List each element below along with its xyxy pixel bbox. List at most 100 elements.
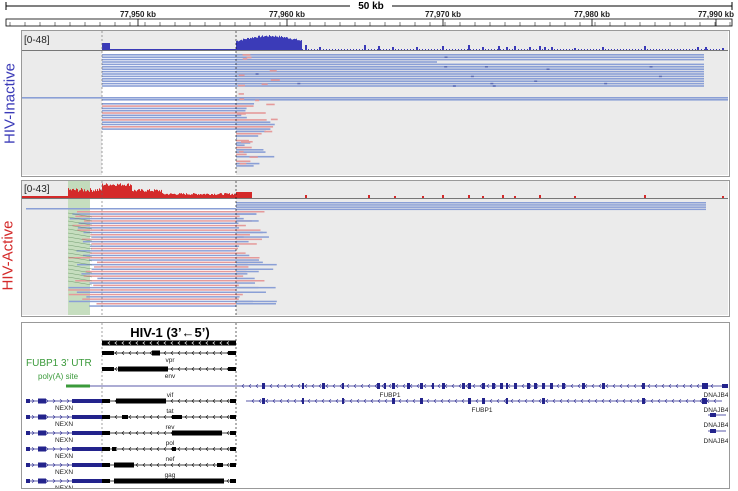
coverage-bar <box>608 49 609 50</box>
coverage-bar <box>251 38 252 50</box>
coverage-bar <box>268 36 269 50</box>
coverage-bar <box>713 49 714 50</box>
coverage-bar <box>27 196 28 198</box>
coverage-bar <box>28 196 29 198</box>
polya-label: poly(A) site <box>38 372 79 381</box>
read <box>236 213 257 215</box>
coverage-bar <box>488 49 489 50</box>
active-track[interactable] <box>22 181 728 316</box>
coverage-bar <box>394 196 396 198</box>
coverage-bar <box>283 37 284 50</box>
coverage-bar <box>244 38 245 50</box>
coverage-bar <box>115 185 116 198</box>
coverage-bar <box>81 188 82 198</box>
coverage-bar <box>632 49 633 50</box>
coverage-bar <box>229 49 230 50</box>
read <box>236 162 260 165</box>
read <box>96 303 246 305</box>
coverage-bar <box>107 184 108 198</box>
read <box>78 222 239 224</box>
coverage-bar <box>242 192 243 198</box>
coverage-bar <box>212 49 213 50</box>
exon-block <box>462 383 465 389</box>
exon-block <box>302 398 304 404</box>
coverage-bar <box>215 49 216 50</box>
coverage-bar <box>136 49 137 50</box>
coverage-bar <box>159 49 160 50</box>
coverage-bar <box>141 49 142 50</box>
coverage-bar <box>223 49 224 50</box>
coverage-bar <box>227 49 228 50</box>
coverage-bar <box>220 49 221 50</box>
coverage-bar <box>234 49 235 50</box>
coverage-bar <box>224 49 225 50</box>
coverage-bar <box>145 49 146 50</box>
coverage-bar <box>166 49 167 50</box>
read-mismatch <box>264 130 273 133</box>
coverage-bar <box>506 49 507 50</box>
inactive-track[interactable] <box>22 31 728 176</box>
genome-ruler[interactable]: 50 kb 77,950 kb 77,960 kb 77,970 kb 77,9… <box>0 0 738 30</box>
coverage-bar <box>159 190 160 198</box>
coverage-bar <box>219 193 220 198</box>
coverage-bar <box>122 184 123 198</box>
coverage-bar <box>590 49 591 50</box>
coverage-bar <box>143 49 144 50</box>
coverage-bar <box>94 191 95 198</box>
coverage-bar <box>72 188 73 198</box>
coverage-bar <box>193 193 194 198</box>
coverage-bar <box>353 49 354 50</box>
gene-label: vif <box>167 392 174 399</box>
exon-block <box>122 415 128 419</box>
coverage-bar <box>257 37 258 50</box>
coverage-bar <box>180 193 181 198</box>
coverage-bar <box>279 35 280 50</box>
coverage-bar <box>214 49 215 50</box>
coverage-bar <box>83 191 84 198</box>
coverage-bar <box>437 49 438 50</box>
coverage-bar <box>37 196 38 198</box>
coverage-bar <box>164 194 165 198</box>
read-mismatch <box>239 162 247 165</box>
annotation-track[interactable]: HIV-1 (3’←5’) FUBP1 3’ UTR poly(A) site … <box>22 323 728 488</box>
coverage-bar <box>74 189 75 198</box>
coverage-bar <box>220 193 221 198</box>
read <box>82 298 239 300</box>
coverage-bar <box>198 49 199 50</box>
exon-block <box>342 383 344 389</box>
coverage-bar <box>278 37 279 50</box>
coverage-bar <box>189 194 190 198</box>
coverage-bar <box>176 49 177 50</box>
coverage-bar <box>71 190 72 198</box>
coverage-bar <box>109 185 110 198</box>
coverage-bar <box>207 193 208 198</box>
coverage-bar <box>494 49 495 50</box>
coverage-bar <box>270 36 271 50</box>
coverage-bar <box>386 49 387 50</box>
coverage-bar <box>138 189 139 198</box>
coverage-bar <box>302 49 303 50</box>
coverage-bar <box>165 194 166 198</box>
coverage-bar <box>103 43 104 50</box>
coverage-bar <box>596 49 597 50</box>
coverage-bar <box>61 196 62 198</box>
coverage-bar <box>150 49 151 50</box>
coverage-bar <box>138 49 139 50</box>
coverage-bar <box>195 193 196 198</box>
coverage-bar <box>172 49 173 50</box>
gene-label: NEXN <box>55 469 73 476</box>
gene-label: NEXN <box>55 485 73 488</box>
coverage-bar <box>142 189 143 198</box>
coverage-bar <box>84 189 85 198</box>
gene-label: FUBP1 <box>380 392 401 399</box>
coverage-bar <box>190 49 191 50</box>
coverage-bar <box>449 49 450 50</box>
coverage-bar <box>668 49 669 50</box>
coverage-bar <box>157 49 158 50</box>
coverage-bar <box>54 196 55 198</box>
coverage-bar <box>140 190 141 198</box>
coverage-bar <box>259 35 260 50</box>
coverage-bar <box>245 39 246 50</box>
coverage-bar <box>467 49 468 50</box>
coverage-bar <box>130 184 131 198</box>
